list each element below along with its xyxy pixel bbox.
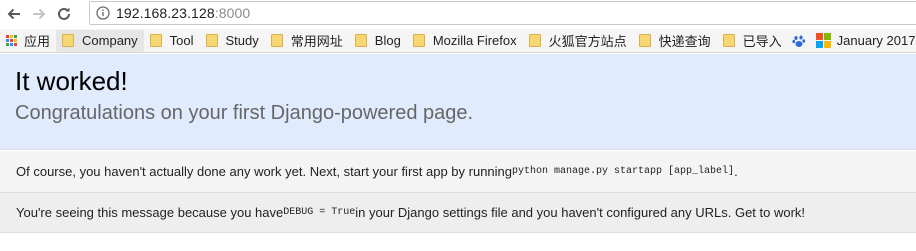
bookmark-label: January 2017 xyxy=(836,33,916,48)
forward-arrow-icon xyxy=(33,8,46,19)
instructions-text: Of course, you haven't actually done any… xyxy=(16,164,513,179)
bookmark-label: Company xyxy=(82,33,138,48)
folder-icon xyxy=(149,34,162,47)
folder-icon xyxy=(722,34,735,47)
back-button[interactable] xyxy=(3,3,25,25)
page-subtitle: Congratulations on your first Django-pow… xyxy=(15,102,474,124)
bookmark-common-sites[interactable]: 常用网址 xyxy=(265,30,349,52)
summary-section: It worked! Congratulations on your first… xyxy=(0,54,916,150)
page-title: It worked! xyxy=(15,66,128,96)
folder-icon xyxy=(528,34,541,47)
instructions-section: Of course, you haven't actually done any… xyxy=(0,151,916,193)
explanation-section: You're seeing this message because you h… xyxy=(0,193,916,233)
bookmark-mozilla-firefox[interactable]: Mozilla Firefox xyxy=(407,30,523,52)
folder-icon xyxy=(270,34,283,47)
bookmark-label: 常用网址 xyxy=(290,34,343,49)
url-port: :8000 xyxy=(214,5,251,21)
browser-toolbar: 192.168.23.128:8000 xyxy=(0,0,916,27)
folder-icon xyxy=(205,34,218,47)
bookmark-label: 应用 xyxy=(24,34,51,49)
explanation-text-post: in your Django settings file and you hav… xyxy=(355,205,806,220)
folder-icon xyxy=(638,34,651,47)
explanation-text-pre: You're seeing this message because you h… xyxy=(16,205,284,220)
bookmark-label: Tool xyxy=(169,33,194,48)
bookmark-label: 快递查询 xyxy=(658,34,711,49)
bookmark-tool[interactable]: Tool xyxy=(144,30,200,52)
apps-grid-icon xyxy=(6,35,17,46)
bookmark-label: Study xyxy=(225,33,259,48)
bookmark-blog[interactable]: Blog xyxy=(349,30,407,52)
bookmark-study[interactable]: Study xyxy=(200,30,265,52)
bookmark-label: 火狐官方站点 xyxy=(548,34,627,49)
page-background xyxy=(0,233,916,251)
bookmark-imported[interactable]: 已导入 xyxy=(717,30,788,52)
folder-icon xyxy=(412,34,425,47)
bookmark-january-2017[interactable]: January 2017 xyxy=(810,30,916,52)
info-icon[interactable] xyxy=(94,6,112,20)
folder-icon xyxy=(62,34,75,47)
startapp-command-code: python manage.py startapp [app_label] xyxy=(512,166,735,177)
forward-button[interactable] xyxy=(28,3,50,25)
bookmark-company[interactable]: Company xyxy=(56,29,144,52)
reload-icon xyxy=(58,7,70,20)
folder-icon xyxy=(354,34,367,47)
bookmark-label: Blog xyxy=(374,33,401,48)
bookmark-firefox-official[interactable]: 火狐官方站点 xyxy=(523,30,633,52)
bookmark-label: 已导入 xyxy=(742,34,782,49)
microsoft-logo-icon xyxy=(815,33,831,48)
url-host: 192.168.23.128 xyxy=(116,5,215,21)
bookmark-label: Mozilla Firefox xyxy=(432,33,517,48)
instructions-end: . xyxy=(734,164,738,179)
bookmarks-bar: 应用 Company Tool Study 常用网址 Blog Mozilla … xyxy=(0,29,916,53)
address-bar[interactable]: 192.168.23.128:8000 xyxy=(89,1,916,25)
baidu-paw-icon xyxy=(792,35,805,47)
bookmark-apps[interactable]: 应用 xyxy=(0,30,56,52)
debug-setting-code: DEBUG = True xyxy=(283,207,356,218)
bookmark-baidu[interactable] xyxy=(788,30,810,52)
address-url: 192.168.23.128:8000 xyxy=(116,5,250,21)
bookmark-express-query[interactable]: 快递查询 xyxy=(633,30,717,52)
back-arrow-icon xyxy=(7,8,20,19)
reload-button[interactable] xyxy=(53,3,75,25)
